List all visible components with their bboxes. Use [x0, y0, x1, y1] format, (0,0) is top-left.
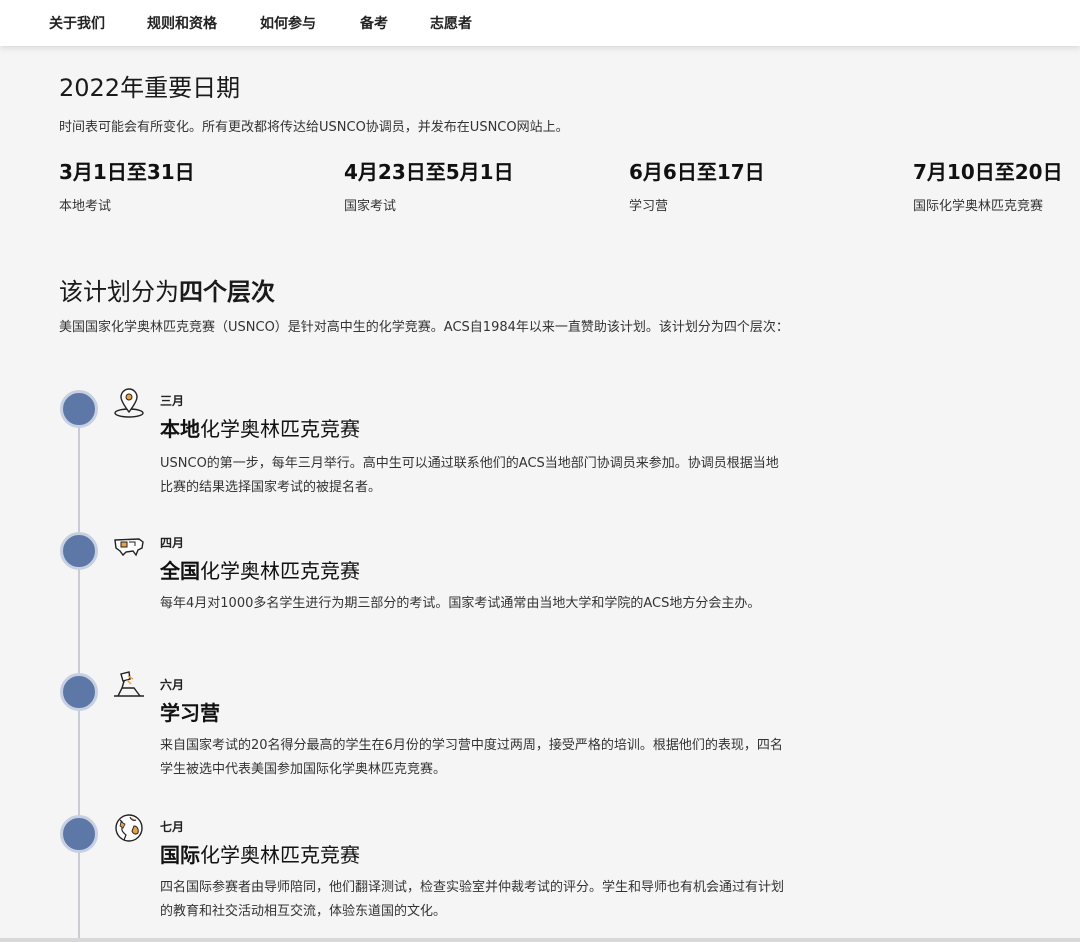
timeline-dot: [60, 815, 98, 853]
levels-title-prefix: 该计划分为: [59, 278, 179, 306]
nav-item-rules[interactable]: 规则和资格: [147, 13, 217, 33]
level-title-rest: 化学奥林匹克竞赛: [200, 843, 360, 867]
level-title: 本地化学奥林匹克竞赛: [160, 413, 360, 442]
date-label: 国际化学奥林匹克竞赛: [913, 199, 1044, 214]
date-range: 7月10日至20日: [913, 160, 1063, 184]
level-title-strong: 全国: [160, 559, 200, 583]
level-month: 六月: [160, 678, 185, 692]
levels-intro: 美国国家化学奥林匹克竞赛（USNCO）是针对高中生的化学竞赛。ACS自1984年…: [59, 320, 789, 335]
date-item-national: 4月23日至5月1日 国家考试: [344, 158, 514, 214]
nav-item-volunteer[interactable]: 志愿者: [430, 13, 472, 33]
level-month: 四月: [160, 536, 185, 550]
bottom-border: [0, 938, 1080, 942]
date-item-international: 7月10日至20日 国际化学奥林匹克竞赛: [913, 158, 1063, 214]
date-range: 4月23日至5月1日: [344, 160, 514, 184]
levels-title: 该计划分为四个层次: [59, 272, 275, 307]
date-item-camp: 6月6日至17日 学习营: [629, 158, 765, 214]
level-month: 三月: [160, 394, 185, 408]
nav-item-how-to-participate[interactable]: 如何参与: [260, 13, 316, 33]
date-label: 国家考试: [344, 199, 397, 214]
date-label: 本地考试: [59, 199, 112, 214]
level-description: 每年4月对1000多名学生进行为期三部分的考试。国家考试通常由当地大学和学院的A…: [160, 596, 761, 611]
level-title-rest: 化学奥林匹克竞赛: [200, 559, 360, 583]
date-label: 学习营: [629, 199, 669, 214]
dates-title: 2022年重要日期: [59, 74, 241, 102]
level-title-strong: 本地: [160, 417, 200, 441]
level-title-rest: 化学奥林匹克竞赛: [200, 417, 360, 441]
level-title: 国际化学奥林匹克竞赛: [160, 839, 360, 868]
level-description: 来自国家考试的20名得分最高的学生在6月份的学习营中度过两周，接受严格的培训。根…: [160, 738, 783, 777]
nav-item-prepare[interactable]: 备考: [360, 13, 388, 33]
top-nav: 关于我们 规则和资格 如何参与 备考 志愿者: [0, 0, 1080, 46]
level-description: USNCO的第一步，每年三月举行。高中生可以通过联系他们的ACS当地部门协调员来…: [160, 456, 779, 495]
study-lamp-icon: [114, 671, 144, 697]
timeline-dot: [60, 390, 98, 428]
level-title: 学习营: [160, 697, 220, 726]
levels-title-strong: 四个层次: [179, 278, 275, 306]
date-range: 6月6日至17日: [629, 160, 765, 184]
level-description: 四名国际参赛者由导师陪同，他们翻译测试，检查实验室并仲裁考试的评分。学生和导师也…: [160, 880, 785, 919]
level-title: 全国化学奥林匹克竞赛: [160, 555, 360, 584]
timeline-dot: [60, 673, 98, 711]
us-map-icon: [114, 538, 144, 557]
date-item-local: 3月1日至31日 本地考试: [59, 158, 195, 214]
date-range: 3月1日至31日: [59, 160, 195, 184]
level-title-strong: 国际: [160, 843, 200, 867]
dates-note: 时间表可能会有所变化。所有更改都将传达给USNCO协调员，并发布在USNCO网站…: [59, 120, 569, 135]
timeline-dot: [60, 532, 98, 570]
globe-icon: [115, 814, 143, 842]
level-month: 七月: [160, 820, 185, 834]
nav-item-about[interactable]: 关于我们: [49, 13, 105, 33]
level-title-strong: 学习营: [160, 701, 220, 725]
location-pin-icon: [114, 388, 144, 418]
